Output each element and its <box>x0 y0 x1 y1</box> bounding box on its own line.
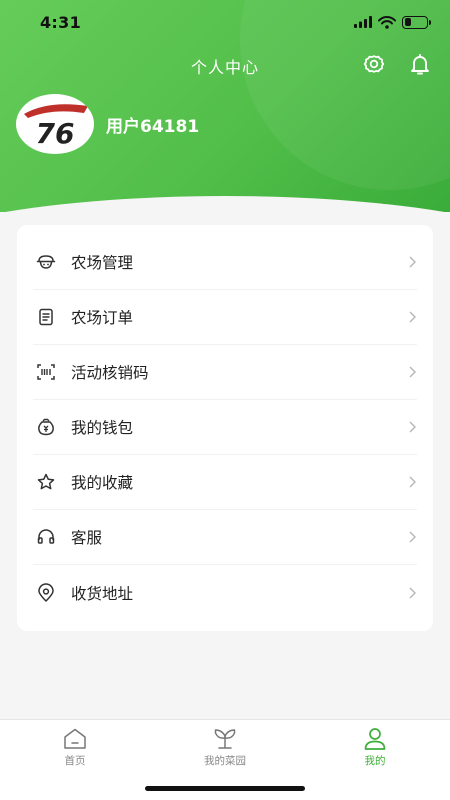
chevron-right-icon <box>409 421 416 433</box>
wallet-icon <box>35 416 57 438</box>
chevron-right-icon <box>409 366 416 378</box>
avatar-logo: 76 <box>24 104 88 150</box>
wifi-icon <box>378 15 396 29</box>
tab-home[interactable]: 首页 <box>30 726 120 768</box>
menu-item-shipping-address[interactable]: 收货地址 <box>33 565 417 620</box>
profile[interactable]: 76 用户64181 <box>16 94 199 154</box>
chevron-right-icon <box>409 531 416 543</box>
menu-label: 收货地址 <box>71 584 134 603</box>
status-icons <box>354 15 431 29</box>
header-actions <box>362 52 432 76</box>
chevron-right-icon <box>409 256 416 268</box>
chevron-right-icon <box>409 476 416 488</box>
menu-label: 农场订单 <box>71 309 134 327</box>
bell-icon[interactable] <box>408 52 432 76</box>
menu-item-favorites[interactable]: 我的收藏 <box>33 455 417 510</box>
farm-hat-icon <box>35 251 57 273</box>
menu-card: 农场管理 农场订单 活动核销码 我的钱包 我的收藏 客服 收货地址 <box>17 225 433 631</box>
tab-label: 我的菜园 <box>204 755 246 767</box>
avatar-logo-text: 76 <box>36 117 75 150</box>
menu-item-activity-code[interactable]: 活动核销码 <box>33 345 417 400</box>
status-bar: 4:31 <box>0 0 450 44</box>
menu-item-customer-service[interactable]: 客服 <box>33 510 417 565</box>
menu-item-farm-management[interactable]: 农场管理 <box>33 235 417 290</box>
star-icon <box>35 471 57 493</box>
menu-label: 活动核销码 <box>71 364 149 382</box>
scan-code-icon <box>35 361 57 383</box>
username: 用户64181 <box>106 116 200 137</box>
tab-label: 我的 <box>364 755 386 767</box>
tab-label: 首页 <box>64 755 86 767</box>
menu-label: 我的收藏 <box>71 474 134 492</box>
person-icon <box>364 728 386 750</box>
headset-icon <box>35 526 57 548</box>
tab-mine[interactable]: 我的 <box>330 726 420 768</box>
menu-label: 农场管理 <box>71 254 134 272</box>
sprout-icon <box>214 729 236 749</box>
status-time: 4:31 <box>40 12 81 32</box>
home-icon <box>64 728 86 749</box>
tab-my-garden[interactable]: 我的菜园 <box>180 726 270 768</box>
header-arc <box>0 196 450 212</box>
menu-label: 客服 <box>71 529 103 547</box>
menu-label: 我的钱包 <box>71 419 134 437</box>
home-indicator <box>145 786 305 791</box>
avatar[interactable]: 76 <box>16 94 94 154</box>
signal-icon <box>354 16 372 28</box>
menu-item-wallet[interactable]: 我的钱包 <box>33 400 417 455</box>
battery-icon <box>402 15 431 29</box>
order-document-icon <box>35 306 57 328</box>
chevron-right-icon <box>409 587 416 598</box>
menu-item-farm-orders[interactable]: 农场订单 <box>33 290 417 345</box>
gear-icon[interactable] <box>362 52 386 76</box>
chevron-right-icon <box>409 311 416 323</box>
location-icon <box>35 582 57 604</box>
